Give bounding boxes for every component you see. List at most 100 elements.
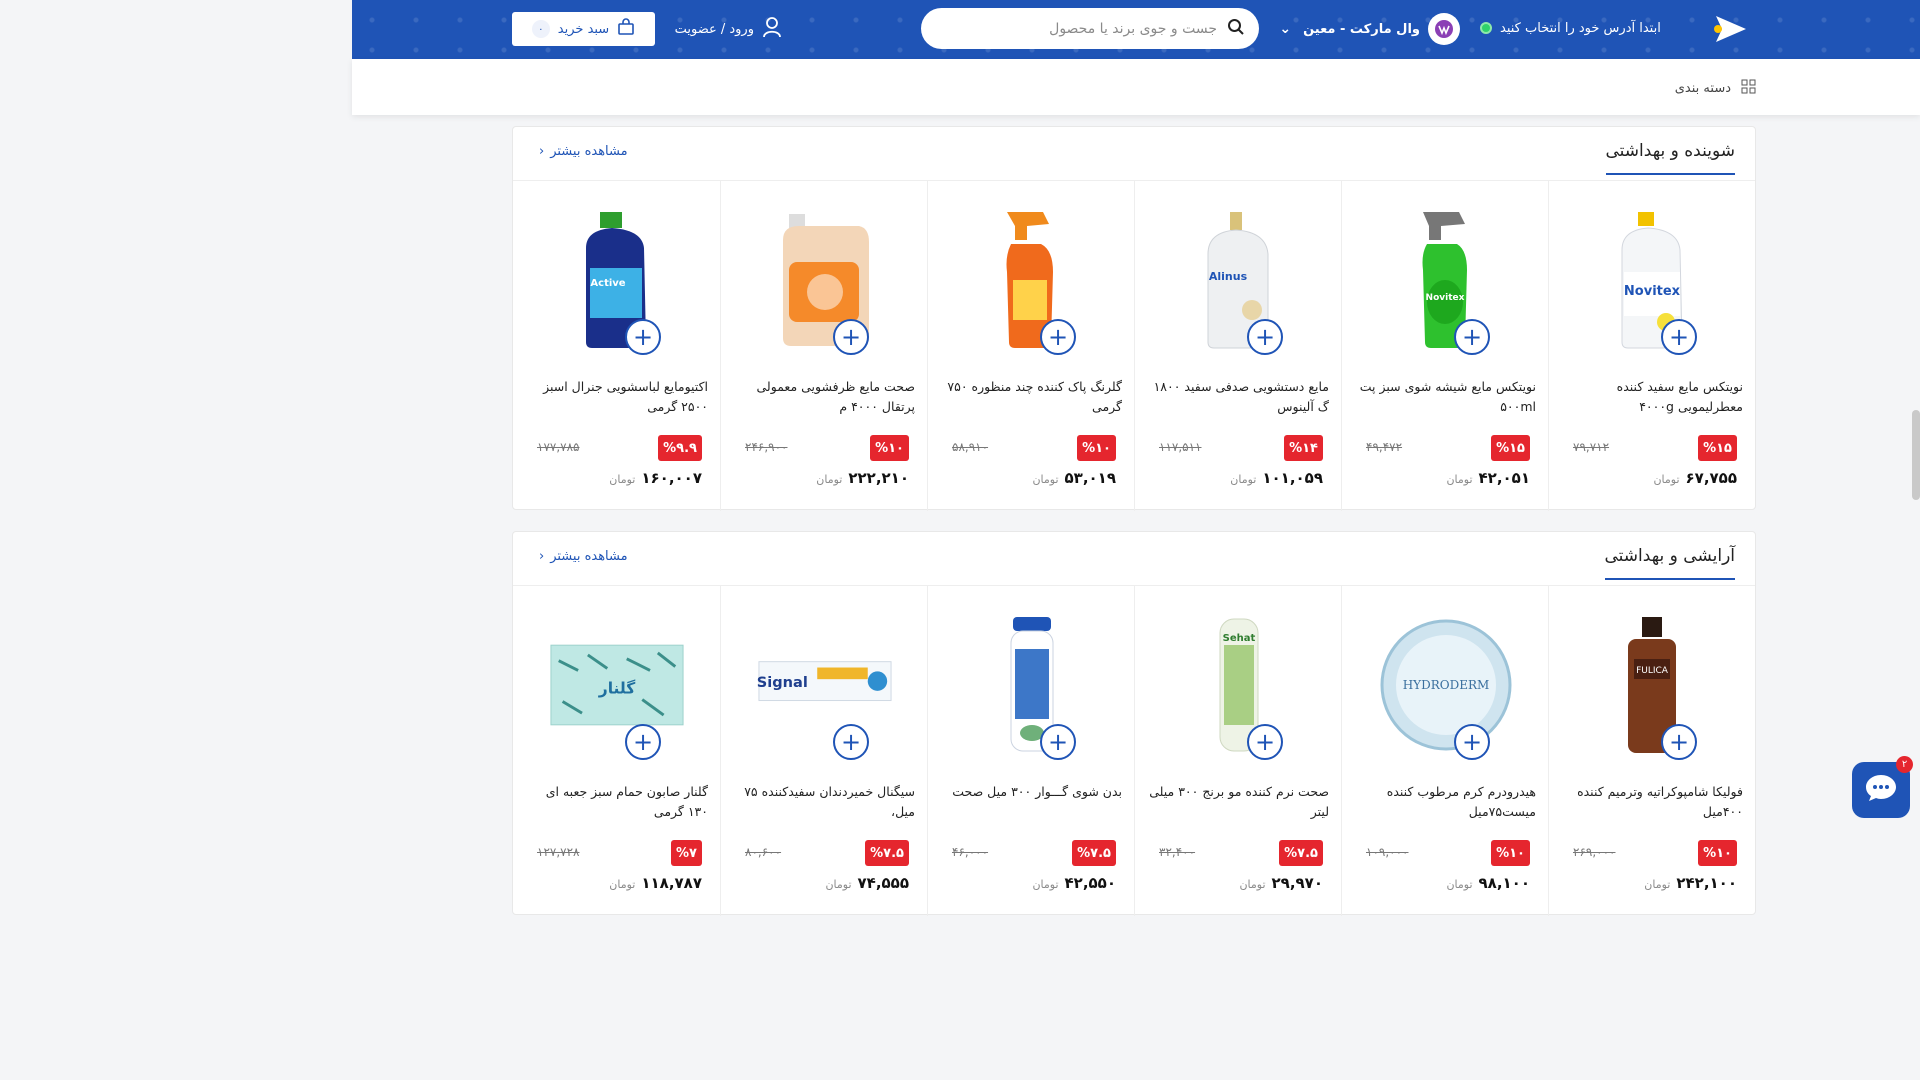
cart-button[interactable]: سبد خرید ۰ (512, 12, 655, 46)
product-card[interactable]: + بدن شوی گـــوار ۳۰۰ میل صحت %۷.۵ ۴۶,۰۰… (927, 586, 1134, 916)
detergent-bottle-icon[interactable]: Active (549, 205, 685, 355)
add-to-cart-button[interactable]: + (1661, 319, 1697, 355)
svg-text:Active: Active (590, 278, 625, 289)
add-to-cart-button[interactable]: + (1247, 724, 1283, 760)
product-name[interactable]: نویتکس مایع شیشه شوی سبز پت ۵۰۰ml (1356, 377, 1536, 419)
conditioner-bottle-icon[interactable]: Sehat (1171, 610, 1307, 760)
product-card[interactable]: Novitex + نویتکس مایع شیشه شوی سبز پت ۵۰… (1341, 181, 1548, 511)
toothpaste-box-icon[interactable]: Signal (757, 610, 893, 760)
product-name[interactable]: گلرنگ پاک کننده چند منظوره ۷۵۰ گرمی (942, 377, 1122, 419)
product-card[interactable]: Active + اکتیومایع لباسشویی جنرال اسبز ۲… (513, 181, 720, 511)
dish-soap-jug-icon[interactable] (757, 205, 893, 355)
price-value: ۴۲,۵۵۰ (1064, 874, 1116, 892)
price-value: ۲۹,۹۷۰ (1271, 874, 1323, 892)
product-name[interactable]: گلنار صابون حمام سبز جعبه ای ۱۳۰ گرمی (528, 782, 708, 824)
chat-button[interactable]: ۲ (1852, 756, 1913, 818)
user-icon (762, 16, 782, 42)
product-name[interactable]: صحت مایع ظرفشویی معمولی پرتقال ۴۰۰۰ م (735, 377, 915, 419)
see-more-link[interactable]: مشاهده بیشتر ‹ (539, 549, 628, 564)
product-card[interactable]: + صحت مایع ظرفشویی معمولی پرتقال ۴۰۰۰ م … (720, 181, 927, 511)
old-price: ۴۶,۰۰۰ (952, 845, 989, 859)
section-header: آرایشی و بهداشتی مشاهده بیشتر ‹ (513, 532, 1755, 586)
price-value: ۱۶۰,۰۰۷ (641, 469, 702, 487)
svg-text:Sehat: Sehat (1223, 633, 1256, 644)
add-to-cart-button[interactable]: + (833, 724, 869, 760)
soap-box-icon[interactable]: گلنار (549, 610, 685, 760)
site-logo[interactable] (1708, 12, 1750, 46)
address-selector[interactable]: ابتدا آدرس خود را انتخاب کنید (1480, 17, 1676, 39)
product-name[interactable]: فولیکا شامپوکراتیه وترمیم کننده ۴۰۰میل (1563, 782, 1743, 824)
spray-bottle-orange-icon[interactable] (964, 205, 1100, 355)
search-icon[interactable] (1227, 18, 1245, 40)
product-grid: FULICA + فولیکا شامپوکراتیه وترمیم کننده… (513, 586, 1755, 916)
cart-count-badge: ۰ (531, 20, 550, 38)
status-dot-icon (1480, 22, 1492, 34)
discount-badge: %۱۰ (870, 435, 909, 461)
search-input[interactable] (935, 20, 1217, 37)
section-header: شوینده و بهداشتی مشاهده بیشتر ‹ (513, 127, 1755, 181)
price-value: ۶۷,۷۵۵ (1685, 469, 1737, 487)
product-name[interactable]: هیدرودرم کرم مرطوب کننده میست۷۵میل (1356, 782, 1536, 824)
bleach-bottle-icon[interactable]: Novitex (1585, 205, 1721, 355)
shampoo-bottle-icon[interactable]: FULICA (1585, 610, 1721, 760)
add-to-cart-button[interactable]: + (1040, 319, 1076, 355)
chevron-down-icon: ⌄ (1279, 21, 1292, 37)
add-to-cart-button[interactable]: + (1040, 724, 1076, 760)
old-price: ۴۹,۴۷۲ (1366, 440, 1403, 454)
product-card[interactable]: Alinus + مایع دستشویی صدفی سفید ۱۸۰۰ گ آ… (1134, 181, 1341, 511)
handwash-bottle-icon[interactable]: Alinus (1171, 205, 1307, 355)
discount-badge: %۱۴ (1284, 435, 1323, 461)
product-card[interactable]: گلنار + گلنار صابون حمام سبز جعبه ای ۱۳۰… (513, 586, 720, 916)
product-card[interactable]: HYDRODERM + هیدرودرم کرم مرطوب کننده میس… (1341, 586, 1548, 916)
product-card[interactable]: Signal + سیگنال خمیردندان سفیدکننده ۷۵ م… (720, 586, 927, 916)
categories-label: دسته بندی (1674, 80, 1731, 96)
add-to-cart-button[interactable]: + (1247, 319, 1283, 355)
login-link[interactable]: ورود / عضویت (670, 14, 782, 44)
old-price: ۳۲,۴۰۰ (1159, 845, 1196, 859)
cream-jar-icon[interactable]: HYDRODERM (1378, 610, 1514, 760)
search-box[interactable] (921, 8, 1259, 49)
svg-text:Novitex: Novitex (1426, 293, 1465, 303)
product-card[interactable]: FULICA + فولیکا شامپوکراتیه وترمیم کننده… (1548, 586, 1755, 916)
add-to-cart-button[interactable]: + (1454, 319, 1490, 355)
price: ۱۰۱,۰۵۹ تومان (1230, 469, 1323, 487)
svg-text:Alinus: Alinus (1209, 270, 1248, 283)
price: ۲۲۲,۲۱۰ تومان (816, 469, 909, 487)
store-logo-icon (1428, 13, 1460, 45)
grid-icon (1741, 79, 1756, 98)
currency-label: تومان (1239, 878, 1266, 891)
product-name[interactable]: نویتکس مایع سفید کننده معطرلیمویی ۴۰۰۰g (1563, 377, 1743, 419)
section-cleaning: شوینده و بهداشتی مشاهده بیشتر ‹ Novitex … (512, 126, 1756, 511)
bodywash-bottle-icon[interactable] (964, 610, 1100, 760)
product-name[interactable]: اکتیومایع لباسشویی جنرال اسبز ۲۵۰۰ گرمی (528, 377, 708, 419)
product-card[interactable]: + گلرنگ پاک کننده چند منظوره ۷۵۰ گرمی %۱… (927, 181, 1134, 511)
old-price: ۱۲۷,۷۲۸ (537, 845, 580, 859)
old-price: ۱۷۷,۷۸۵ (537, 440, 580, 454)
add-to-cart-button[interactable]: + (1454, 724, 1490, 760)
product-name[interactable]: صحت نرم کننده مو برنج ۳۰۰ میلی لیتر (1149, 782, 1329, 824)
product-card[interactable]: Sehat + صحت نرم کننده مو برنج ۳۰۰ میلی ل… (1134, 586, 1341, 916)
see-more-link[interactable]: مشاهده بیشتر ‹ (539, 144, 628, 159)
categories-menu[interactable]: دسته بندی (1660, 77, 1756, 99)
chat-bubble-icon (1864, 773, 1898, 807)
add-to-cart-button[interactable]: + (1661, 724, 1697, 760)
store-selector[interactable]: وال مارکت - معین ⌄ (1279, 12, 1460, 46)
svg-text:Signal: Signal (757, 674, 808, 691)
spray-bottle-green-icon[interactable]: Novitex (1378, 205, 1514, 355)
product-name[interactable]: بدن شوی گـــوار ۳۰۰ میل صحت (942, 782, 1122, 824)
currency-label: تومان (1446, 473, 1473, 486)
add-to-cart-button[interactable]: + (833, 319, 869, 355)
discount-badge: %۱۵ (1491, 435, 1530, 461)
product-name[interactable]: سیگنال خمیردندان سفیدکننده ۷۵ میل، (735, 782, 915, 824)
price-value: ۴۲,۰۵۱ (1478, 469, 1530, 487)
see-more-label: مشاهده بیشتر (550, 144, 628, 159)
currency-label: تومان (1644, 878, 1671, 891)
add-to-cart-button[interactable]: + (625, 724, 661, 760)
product-card[interactable]: Novitex + نویتکس مایع سفید کننده معطرلیم… (1548, 181, 1755, 511)
price-value: ۱۰۱,۰۵۹ (1262, 469, 1323, 487)
see-more-label: مشاهده بیشتر (550, 549, 628, 564)
store-name: وال مارکت - معین (1303, 21, 1420, 37)
add-to-cart-button[interactable]: + (625, 319, 661, 355)
product-name[interactable]: مایع دستشویی صدفی سفید ۱۸۰۰ گ آلینوس (1149, 377, 1329, 419)
scrollbar-thumb[interactable] (1912, 410, 1920, 500)
